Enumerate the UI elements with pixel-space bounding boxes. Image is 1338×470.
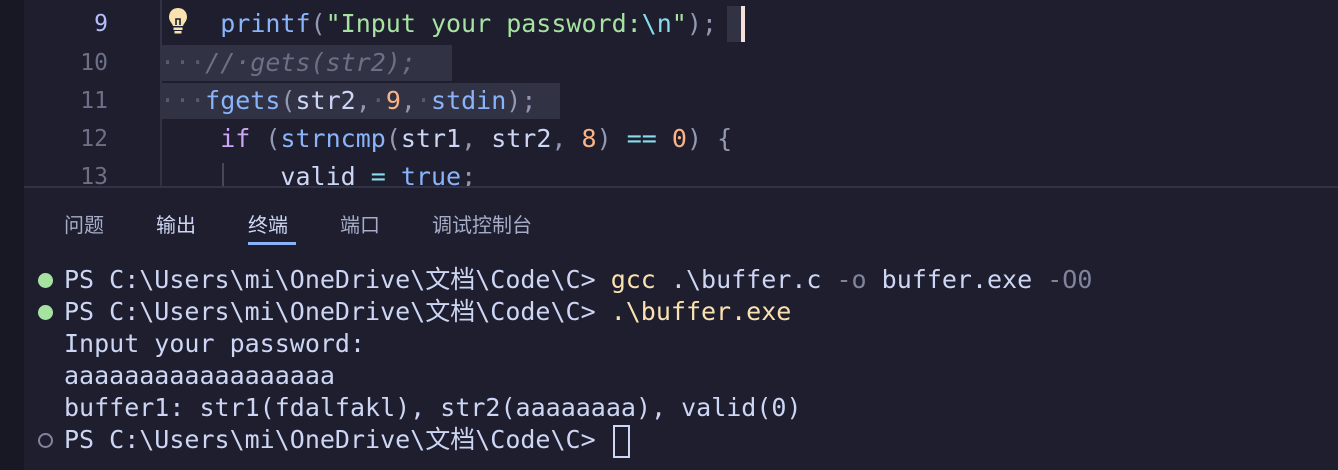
code-token: fgets [205,86,281,115]
code-token: if [220,124,251,153]
code-line[interactable]: 10 ···//·gets(str2); [24,44,1338,82]
panel-tab[interactable]: 端口 [340,212,380,238]
code-token: ( [280,86,296,115]
terminal-token: PS C:\Users\mi\OneDrive\文档\Code\C> [64,265,611,294]
code-text: printf("Input your password:\n"); [160,5,717,43]
code-line[interactable]: 13 valid = true; [24,158,1338,186]
line-number: 10 [80,50,108,76]
activity-strip [0,0,24,470]
code-token: 9 [385,86,401,115]
code-token: ( [265,124,281,153]
code-text: ···fgets(str2,·9,·stdin); [160,82,536,120]
panel-tab[interactable]: 调试控制台 [432,212,532,238]
terminal-token: Input your password: [64,329,366,358]
panel-tab-bar: 问题 输出 终端 端口 调试控制台 [24,188,1338,254]
code-token: 0 [671,124,687,153]
command-success-icon[interactable] [38,305,53,320]
code-token: ); [686,9,717,38]
terminal-token: aaaaaaaaaaaaaaaaaa [64,361,335,390]
line-number: 12 [80,126,108,152]
panel-tab[interactable]: 问题 [64,212,104,238]
code-token: ) [596,124,612,153]
code-line[interactable]: 11 ···fgets(str2,·9,·stdin); [24,82,1338,120]
code-token: , [355,86,371,115]
line-number: 9 [94,11,108,37]
code-token: printf [220,9,311,38]
code-token: str2 [295,86,356,115]
code-token: , [461,124,477,153]
terminal-token: PS C:\Users\mi\OneDrive\文档\Code\C> [64,297,611,326]
code-token: ( [385,124,401,153]
code-token: ··· [160,48,206,77]
code-token: str2 [476,124,552,153]
terminal-line: buffer1: str1(fdalfakl), str2(aaaaaaaa),… [64,392,802,424]
terminal-token: -o [836,265,867,294]
code-token: valid [280,162,371,186]
command-success-icon[interactable] [38,273,53,288]
code-token: //·gets(str2); [205,48,416,77]
code-text: ···//·gets(str2); [160,44,416,82]
panel-tab[interactable]: 终端 [248,212,288,238]
terminal-token: gcc [610,265,656,294]
code-token: · [370,86,386,115]
terminal-token: .\buffer.c [655,265,837,294]
terminal-token: buffer.exe [866,265,1048,294]
code-editor[interactable]: 9 printf("Input your password:\n"); 10 ···… [24,0,1338,186]
code-token: ) [686,124,703,153]
code-token: == [626,124,657,153]
code-token: true [400,162,462,186]
code-token: str1 [400,124,462,153]
terminal-token: .\buffer.exe [610,297,792,326]
terminal-line: PS C:\Users\mi\OneDrive\文档\Code\C> gcc .… [64,264,1092,296]
code-token: "Input your password: [325,9,642,38]
code-token: \n [641,9,672,38]
text-cursor [727,6,745,42]
code-token: , [551,124,567,153]
code-token: , [400,86,416,115]
code-token: stdin [431,86,507,115]
code-text: valid = true; [160,158,476,186]
code-token: 8 [581,124,597,153]
code-line[interactable]: 12 if (strncmp(str1, str2, 8) == 0) { [24,120,1338,158]
code-token: ; [461,162,477,186]
active-tab-indicator [248,242,296,245]
code-line[interactable]: 9 printf("Input your password:\n"); [24,5,1338,43]
code-token: = [370,162,386,186]
code-token: ( [310,9,326,38]
line-number: 11 [80,88,108,114]
code-token: ··· [160,86,206,115]
code-token: strncmp [280,124,386,153]
terminal-token: -O0 [1047,265,1093,294]
lightbulb-icon[interactable] [167,7,189,35]
terminal-cursor [613,425,630,458]
command-pending-icon[interactable] [38,433,53,448]
code-token: ); [506,86,537,115]
terminal-token: buffer1: str1(fdalfakl), str2(aaaaaaaa),… [64,393,802,422]
line-number: 13 [80,164,108,186]
terminal-line: PS C:\Users\mi\OneDrive\文档\Code\C> [64,424,611,456]
code-text: if (strncmp(str1, str2, 8) == 0) { [160,120,732,158]
terminal-line: aaaaaaaaaaaaaaaaaa [64,360,335,392]
code-token: " [671,9,687,38]
terminal-token: PS C:\Users\mi\OneDrive\文档\Code\C> [64,425,611,454]
code-token: · [415,86,432,115]
terminal[interactable]: PS C:\Users\mi\OneDrive\文档\Code\C> gcc .… [24,262,1338,470]
code-token: { [717,124,733,153]
panel-tab[interactable]: 输出 [156,212,196,238]
terminal-line: PS C:\Users\mi\OneDrive\文档\Code\C> .\buf… [64,296,791,328]
terminal-line: Input your password: [64,328,365,360]
